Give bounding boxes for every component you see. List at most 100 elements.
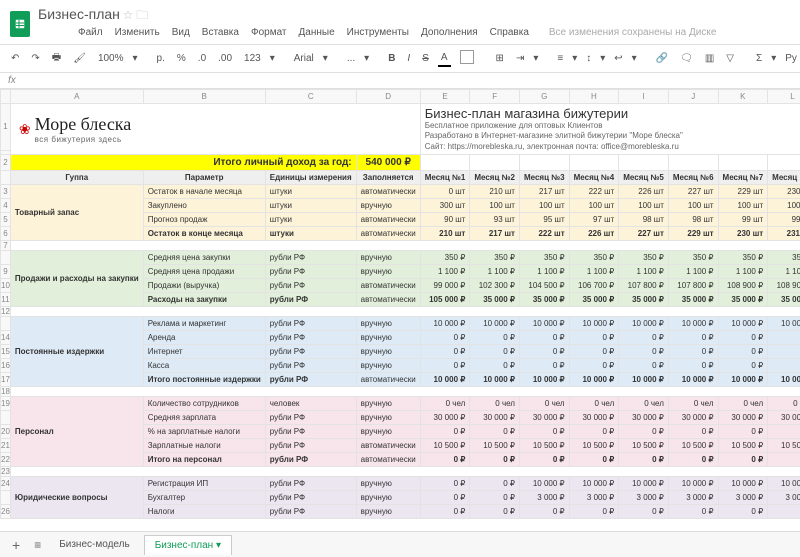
paint-icon[interactable]: 🖌	[70, 51, 89, 66]
cell[interactable]: 350 ₽	[420, 251, 470, 265]
cell[interactable]: 1 100 ₽	[420, 265, 470, 279]
cell[interactable]: 3 000 ₽	[619, 491, 669, 505]
cell[interactable]: штуки	[265, 185, 356, 199]
menu-format[interactable]: Формат	[251, 27, 287, 38]
cell[interactable]: Количество сотрудников	[143, 397, 265, 411]
cell[interactable]: 0 ₽	[420, 331, 470, 345]
menu-insert[interactable]: Вставка	[202, 27, 239, 38]
cell[interactable]: Итого постоянные издержки	[143, 373, 265, 387]
cell[interactable]: штуки	[265, 227, 356, 241]
col-header[interactable]: C	[265, 90, 356, 104]
row-header[interactable]: 10	[1, 279, 11, 293]
row-header[interactable]: 16	[1, 359, 11, 373]
cell[interactable]: 10 500 ₽	[569, 439, 619, 453]
cell[interactable]: 10 000 ₽	[718, 317, 768, 331]
row-header[interactable]: 11	[1, 293, 11, 307]
cell[interactable]: рубли РФ	[265, 293, 356, 307]
col-header[interactable]: E	[420, 90, 470, 104]
cell[interactable]: 1 100 ₽	[768, 265, 800, 279]
cell[interactable]: 0 ₽	[619, 359, 669, 373]
cell[interactable]: 0 чел	[619, 397, 669, 411]
cell[interactable]: 3 000 ₽	[569, 491, 619, 505]
cell[interactable]: автоматически	[356, 213, 420, 227]
cell[interactable]: 210 шт	[420, 227, 470, 241]
cell[interactable]: 222 шт	[519, 227, 569, 241]
cell[interactable]: 0 ₽	[718, 453, 768, 467]
cell[interactable]: 0 ₽	[768, 505, 800, 519]
cell[interactable]: 0 ₽	[768, 331, 800, 345]
cell[interactable]	[519, 155, 569, 171]
cell[interactable]: Зарплатные налоги	[143, 439, 265, 453]
cell[interactable]: 0 ₽	[569, 505, 619, 519]
cell[interactable]: 30 000 ₽	[718, 411, 768, 425]
cell[interactable]: 35 000 ₽	[519, 293, 569, 307]
cell[interactable]: рубли РФ	[265, 453, 356, 467]
cell[interactable]: вручную	[356, 265, 420, 279]
cell[interactable]: рубли РФ	[265, 345, 356, 359]
cell[interactable]: 0 ₽	[718, 359, 768, 373]
cell[interactable]: 0 ₽	[768, 359, 800, 373]
star-icon[interactable]: ☆	[123, 8, 134, 22]
cell[interactable]: 10 000 ₽	[619, 477, 669, 491]
cell[interactable]: вручную	[356, 345, 420, 359]
cell[interactable]: 108 900 ₽	[768, 279, 800, 293]
cell[interactable]: 10 500 ₽	[619, 439, 669, 453]
cell[interactable]: 10 500 ₽	[470, 439, 520, 453]
cell[interactable]: 100 шт	[718, 199, 768, 213]
cell[interactable]: Продажи и расходы на закупки	[10, 251, 143, 307]
more-formats[interactable]: 123	[241, 51, 264, 66]
row-header[interactable]: 19	[1, 397, 11, 411]
cell[interactable]: Месяц №6	[668, 171, 718, 185]
link-icon[interactable]: 🔗	[653, 51, 671, 66]
cell[interactable]: 0 ₽	[768, 425, 800, 439]
cell[interactable]: 99 шт	[768, 213, 800, 227]
cell[interactable]: 0 ₽	[420, 453, 470, 467]
cell[interactable]: 0 ₽	[718, 331, 768, 345]
functions-icon[interactable]: Σ	[753, 51, 765, 66]
row-header[interactable]: 12	[1, 307, 11, 317]
cell[interactable]: вручную	[356, 491, 420, 505]
cell[interactable]: человек	[265, 397, 356, 411]
cell[interactable]	[470, 155, 520, 171]
cell[interactable]	[10, 467, 800, 477]
cell[interactable]: Юридические вопросы	[10, 477, 143, 519]
cell[interactable]: 350 ₽	[668, 251, 718, 265]
all-sheets-icon[interactable]: ≡	[30, 538, 45, 552]
cell[interactable]: 0 ₽	[519, 345, 569, 359]
cell[interactable]: 226 шт	[569, 227, 619, 241]
cell[interactable]: 1 100 ₽	[519, 265, 569, 279]
cell[interactable]: автоматически	[356, 439, 420, 453]
cell[interactable]: 217 шт	[519, 185, 569, 199]
cell[interactable]: 0 чел	[420, 397, 470, 411]
col-header[interactable]: H	[569, 90, 619, 104]
row-header[interactable]: 6	[1, 227, 11, 241]
cell[interactable]: 227 шт	[668, 185, 718, 199]
row-header[interactable]	[1, 171, 11, 185]
redo-icon[interactable]: ↷	[28, 51, 42, 66]
cell[interactable]: 90 шт	[420, 213, 470, 227]
cell[interactable]: 10 000 ₽	[470, 317, 520, 331]
cell[interactable]: Реклама и маркетинг	[143, 317, 265, 331]
cell[interactable]: 0 ₽	[718, 505, 768, 519]
cell[interactable]: 226 шт	[619, 185, 669, 199]
cell[interactable]	[10, 387, 800, 397]
cell[interactable]: 230 шт	[718, 227, 768, 241]
cell[interactable]: 0 ₽	[569, 359, 619, 373]
cell[interactable]: 30 000 ₽	[569, 411, 619, 425]
cell[interactable]: 10 000 ₽	[519, 317, 569, 331]
cell[interactable]: Месяц №1	[420, 171, 470, 185]
cell[interactable]: Налоги	[143, 505, 265, 519]
cell[interactable]: Гуппа	[10, 171, 143, 185]
cell[interactable]: % на зарплатные налоги	[143, 425, 265, 439]
cell[interactable]: 30 000 ₽	[619, 411, 669, 425]
wrap-icon[interactable]: ↩	[611, 51, 625, 66]
row-header[interactable]	[1, 251, 11, 265]
percent-button[interactable]: %	[174, 51, 189, 66]
cell[interactable]: 35 000 ₽	[668, 293, 718, 307]
cell[interactable]: Месяц №3	[519, 171, 569, 185]
cell[interactable]: Месяц №7	[718, 171, 768, 185]
cell[interactable]: 3 000 ₽	[718, 491, 768, 505]
cell[interactable]: вручную	[356, 199, 420, 213]
cell[interactable]: 0 ₽	[569, 453, 619, 467]
cell[interactable]: рубли РФ	[265, 317, 356, 331]
